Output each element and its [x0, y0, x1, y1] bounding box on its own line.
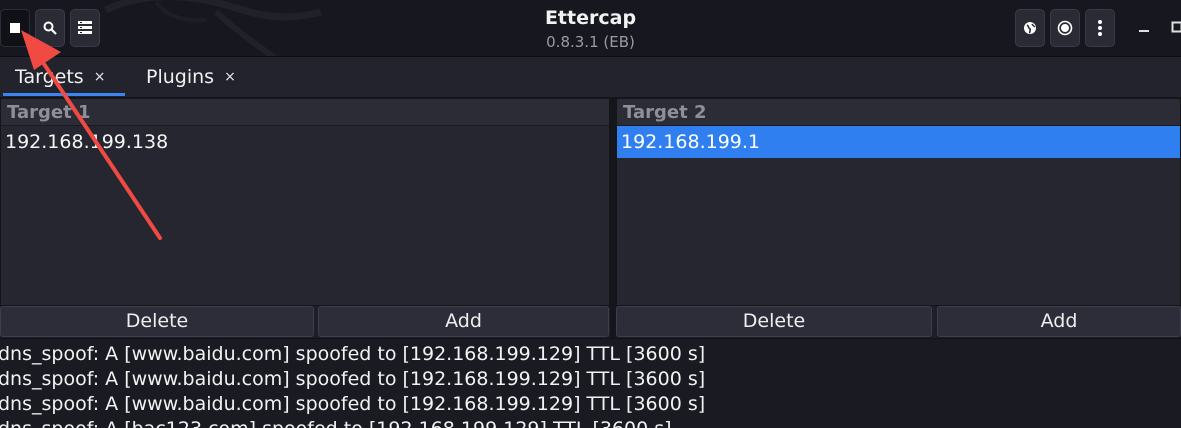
- more-menu-button[interactable]: [1085, 9, 1115, 47]
- target2-list[interactable]: Target 2 192.168.199.1: [616, 98, 1181, 306]
- target1-header[interactable]: Target 1: [1, 99, 609, 126]
- record-button[interactable]: [1050, 9, 1080, 47]
- window-subtitle: 0.8.3.1 (EB): [0, 33, 1181, 51]
- record-icon: [1057, 20, 1073, 36]
- tab-targets-label: Targets: [15, 66, 84, 88]
- tab-targets[interactable]: Targets ×: [15, 57, 105, 97]
- kebab-menu-icon: [1097, 19, 1103, 37]
- header-bar: Ettercap 0.8.3.1 (EB): [0, 0, 1181, 57]
- minimize-button[interactable]: [1133, 16, 1155, 38]
- tab-plugins[interactable]: Plugins ×: [146, 57, 236, 97]
- maximize-button[interactable]: [1166, 16, 1181, 38]
- mitm-button[interactable]: [1015, 9, 1045, 47]
- log-line: dns_spoof: A [www.baidu.com] spoofed to …: [0, 392, 705, 417]
- close-icon[interactable]: ×: [94, 69, 106, 85]
- log-console[interactable]: dns_spoof: A [www.baidu.com] spoofed to …: [0, 338, 1181, 428]
- log-line: dns_spoof: A [bac123.com] spoofed to [19…: [0, 417, 672, 428]
- log-line: dns_spoof: A [www.baidu.com] spoofed to …: [0, 342, 705, 367]
- target2-add-button[interactable]: Add: [937, 306, 1181, 337]
- minimize-icon: [1138, 21, 1150, 33]
- window-title: Ettercap: [0, 7, 1181, 29]
- target2-delete-button[interactable]: Delete: [616, 306, 932, 337]
- maximize-icon: [1171, 21, 1181, 33]
- tab-bar: Targets × Plugins ×: [0, 57, 1181, 98]
- close-icon[interactable]: ×: [224, 69, 236, 85]
- target2-header[interactable]: Target 2: [617, 99, 1180, 126]
- target2-row-selected[interactable]: 192.168.199.1: [617, 126, 1180, 158]
- target1-row[interactable]: 192.168.199.138: [1, 126, 609, 158]
- target1-delete-button[interactable]: Delete: [0, 306, 314, 337]
- globe-icon: [1023, 21, 1037, 35]
- target1-add-button[interactable]: Add: [318, 306, 609, 337]
- tab-plugins-label: Plugins: [146, 66, 214, 88]
- log-line: dns_spoof: A [www.baidu.com] spoofed to …: [0, 367, 705, 392]
- target1-list[interactable]: Target 1 192.168.199.138: [0, 98, 610, 306]
- active-tab-indicator: [3, 93, 125, 96]
